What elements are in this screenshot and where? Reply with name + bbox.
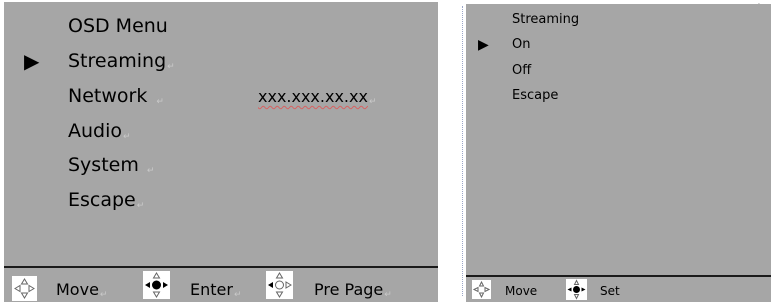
- paragraph-mark-icon: ↵: [136, 201, 145, 211]
- dpad-set-icon: [566, 279, 587, 300]
- menu-item-label: System: [68, 154, 139, 176]
- panel-separator: [462, 6, 463, 296]
- menu-item-label: Audio: [68, 120, 123, 142]
- hint-move-label: Move: [505, 284, 538, 298]
- menu-item-streaming[interactable]: Streaming↵: [68, 49, 175, 79]
- menu-item-escape[interactable]: Escape↵: [68, 188, 144, 218]
- osd-streaming-submenu-panel: Streaming ▶ On Off Escape Move Set: [466, 4, 771, 302]
- paragraph-mark-icon: ↵: [368, 97, 377, 107]
- submenu-item-escape[interactable]: Escape: [512, 87, 558, 105]
- paragraph-mark-icon: ↵: [123, 132, 131, 142]
- submenu-item-on[interactable]: On: [512, 36, 530, 54]
- menu-item-label: Off: [512, 63, 532, 78]
- status-bar: Move↵ Enter↵ Pre Page↵: [4, 268, 438, 302]
- paragraph-mark-icon: ↵: [384, 290, 392, 300]
- paragraph-mark-icon: ↵: [146, 166, 155, 176]
- submenu-title: Streaming: [512, 12, 580, 27]
- paragraph-mark-icon: ↵: [233, 290, 242, 300]
- menu-item-audio[interactable]: Audio↵: [68, 119, 131, 149]
- menu-item-label: Network: [68, 85, 148, 107]
- menu-item-label: On: [512, 37, 531, 52]
- network-ip-value: xxx.xxx.xx.xx↵: [258, 87, 377, 107]
- selection-arrow-icon: ▶: [24, 49, 40, 73]
- osd-main-menu-panel: OSD Menu ▶ Streaming↵ Network ↵ xxx.xxx.x…: [4, 2, 438, 302]
- dpad-pre-page-icon: [266, 271, 293, 299]
- paragraph-mark-icon: ↵: [99, 290, 108, 300]
- status-bar: Move Set: [466, 277, 771, 302]
- submenu-item-off[interactable]: Off: [512, 62, 531, 80]
- hint-pre-page-label: Pre Page↵: [314, 280, 392, 300]
- menu-item-system[interactable]: System ↵: [68, 153, 154, 183]
- hint-enter-label: Enter↵: [190, 280, 242, 300]
- menu-item-label: Streaming: [68, 50, 167, 72]
- paragraph-mark-icon: ↵: [156, 97, 164, 107]
- selection-arrow-icon: ▶: [478, 37, 489, 53]
- menu-item-label: Escape: [512, 88, 559, 103]
- menu-item-label: Escape: [68, 189, 136, 211]
- hint-set-label: Set: [600, 284, 620, 298]
- menu-title: OSD Menu: [68, 15, 168, 37]
- dpad-move-icon: [472, 280, 491, 299]
- dpad-enter-icon: [143, 271, 170, 299]
- dpad-move-icon: [12, 276, 37, 301]
- paragraph-mark-icon: ↵: [167, 62, 175, 72]
- hint-move-label: Move↵: [56, 280, 108, 300]
- menu-item-network[interactable]: Network ↵: [68, 84, 164, 114]
